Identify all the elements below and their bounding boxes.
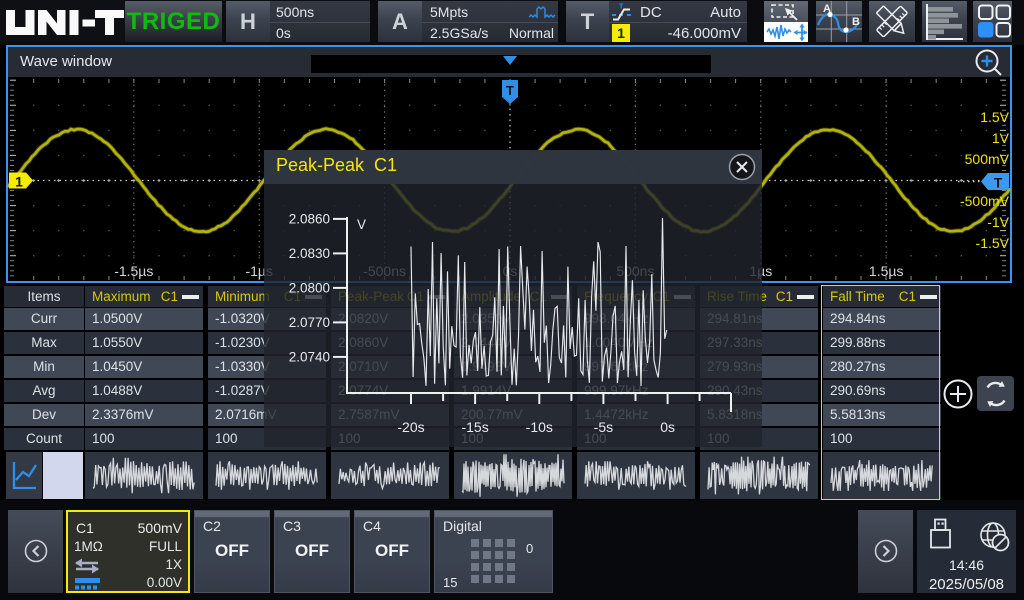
svg-text:2.0830: 2.0830 bbox=[289, 246, 330, 261]
svg-text:-5s: -5s bbox=[594, 419, 613, 435]
svg-text:T: T bbox=[506, 83, 514, 98]
svg-text:2.0740: 2.0740 bbox=[289, 349, 330, 364]
svg-text:-1.5µs: -1.5µs bbox=[114, 263, 153, 279]
svg-text:2.0800: 2.0800 bbox=[289, 280, 330, 295]
svg-text:T: T bbox=[994, 175, 1003, 191]
svg-text:2.0770: 2.0770 bbox=[289, 315, 330, 330]
svg-text:-1V: -1V bbox=[987, 214, 1009, 230]
svg-text:1.5V: 1.5V bbox=[980, 109, 1009, 125]
svg-text:-1.5V: -1.5V bbox=[976, 235, 1010, 251]
svg-text:1: 1 bbox=[15, 174, 23, 190]
svg-text:A: A bbox=[823, 3, 831, 15]
svg-text:0s: 0s bbox=[660, 419, 675, 435]
svg-text:-15s: -15s bbox=[461, 419, 488, 435]
svg-text:-500mV: -500mV bbox=[960, 193, 1010, 209]
svg-text:-20s: -20s bbox=[397, 419, 424, 435]
svg-text:B: B bbox=[852, 16, 860, 28]
svg-text:V: V bbox=[357, 217, 366, 232]
svg-text:1V: 1V bbox=[992, 130, 1010, 146]
svg-text:2.0860: 2.0860 bbox=[289, 211, 330, 226]
svg-text:1.5µs: 1.5µs bbox=[869, 263, 904, 279]
svg-text:500mV: 500mV bbox=[965, 151, 1010, 167]
svg-text:-10s: -10s bbox=[526, 419, 553, 435]
